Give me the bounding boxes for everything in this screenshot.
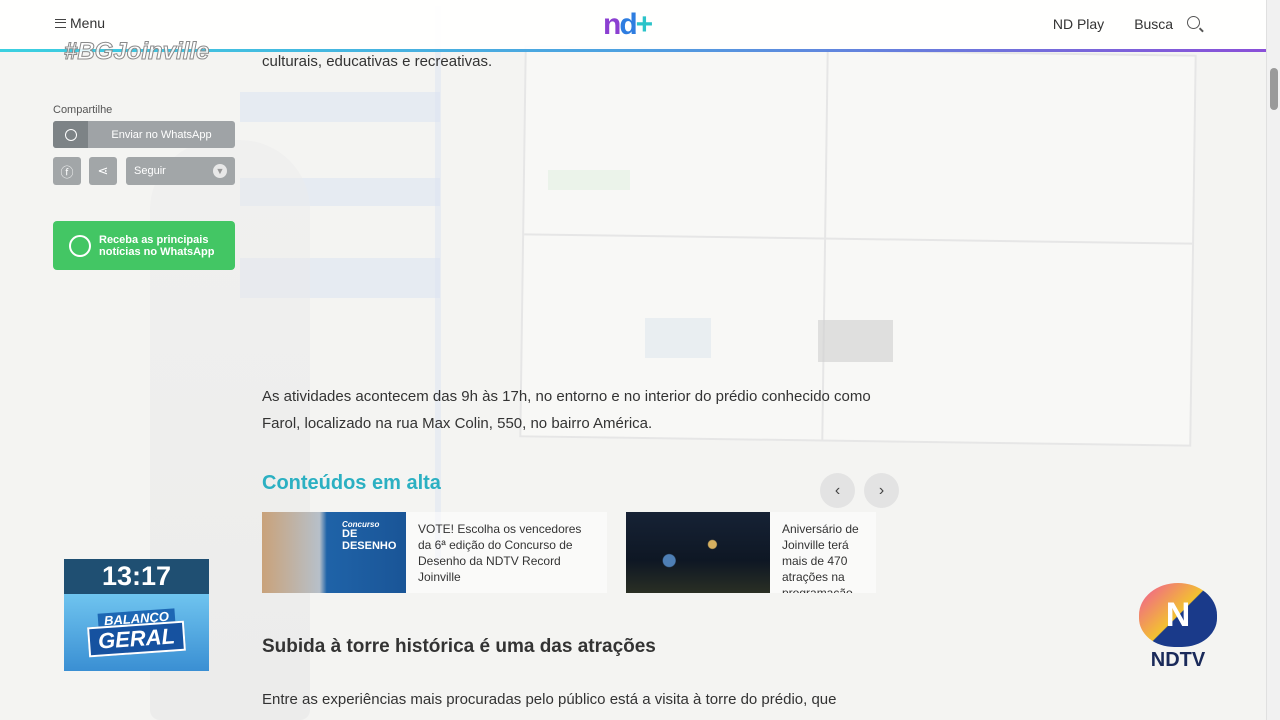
channel-badge: N <box>1139 583 1217 647</box>
menu-button[interactable]: Menu <box>55 15 105 31</box>
thumb-text: DE DESENHO <box>342 528 397 552</box>
section-heading: Subida à torre histórica é uma das atraç… <box>262 636 656 657</box>
hashtag-overlay: #BGJoinville <box>63 38 210 66</box>
carousel-next-button[interactable]: › <box>864 473 899 508</box>
scrollbar-thumb[interactable] <box>1270 68 1278 110</box>
search-icon <box>1187 16 1200 29</box>
follow-label: Seguir <box>134 165 166 177</box>
article-paragraph: culturais, educativas e recreativas. <box>262 53 493 70</box>
logo-plus: + <box>635 8 653 41</box>
logo-n: n <box>603 8 621 41</box>
whatsapp-share-label: Enviar no WhatsApp <box>111 128 212 141</box>
card-title: Aniversário de Joinville terá mais de 47… <box>782 522 859 593</box>
share-icon: ⋖ <box>97 163 109 178</box>
facebook-share-button[interactable]: ⓕ <box>53 157 81 185</box>
hamburger-icon <box>55 18 66 28</box>
card-title: VOTE! Escolha os vencedores da 6ª edição… <box>418 522 582 584</box>
search-label: Busca <box>1134 16 1174 32</box>
facebook-icon: ⓕ <box>60 164 74 180</box>
program-line2: GERAL <box>87 620 186 658</box>
whatsapp-news-button[interactable]: Receba as principais notícias no WhatsAp… <box>53 221 235 270</box>
channel-name: NDTV <box>1150 649 1206 671</box>
whatsapp-icon <box>53 121 88 148</box>
whatsapp-icon <box>69 234 91 257</box>
share-button[interactable]: ⋖ <box>89 157 117 185</box>
chevron-right-icon: › <box>878 481 885 499</box>
logo-d: d <box>619 8 637 41</box>
article-paragraph: Entre as experiências mais procuradas pe… <box>262 691 837 708</box>
tv-clock: 13:17 <box>64 559 209 594</box>
site-logo[interactable]: nd+ <box>603 8 653 42</box>
scrollbar[interactable] <box>1266 0 1280 720</box>
whatsapp-news-line1: Receba as principais <box>99 233 209 246</box>
channel-logo: N NDTV <box>1137 583 1219 675</box>
trending-card[interactable]: Aniversário de Joinville terá mais de 47… <box>626 512 876 593</box>
nd-play-link[interactable]: ND Play <box>1053 16 1104 32</box>
trending-card[interactable]: Concurso DE DESENHO VOTE! Escolha os ven… <box>262 512 607 593</box>
chevron-down-icon: ▼ <box>213 164 227 178</box>
search-button[interactable]: Busca <box>1134 16 1200 32</box>
trending-title: Conteúdos em alta <box>262 472 441 494</box>
whatsapp-share-button[interactable]: Enviar no WhatsApp <box>53 121 235 148</box>
menu-label: Menu <box>70 15 106 31</box>
card-thumbnail: Concurso DE DESENHO <box>262 512 406 593</box>
program-logo: BALANÇO GERAL <box>64 594 209 671</box>
share-label: Compartilhe <box>53 104 113 116</box>
follow-button[interactable]: Seguir ▼ <box>126 157 235 185</box>
carousel-prev-button[interactable]: ‹ <box>820 473 855 508</box>
article-paragraph: As atividades acontecem das 9h às 17h, n… <box>262 388 871 432</box>
whatsapp-news-label: Receba as principais notícias no WhatsAp… <box>99 234 215 258</box>
header-nav: ND Play Busca <box>1053 16 1200 32</box>
whatsapp-news-line2: notícias no WhatsApp <box>99 245 215 258</box>
card-thumbnail <box>626 512 770 593</box>
chevron-left-icon: ‹ <box>834 481 841 499</box>
